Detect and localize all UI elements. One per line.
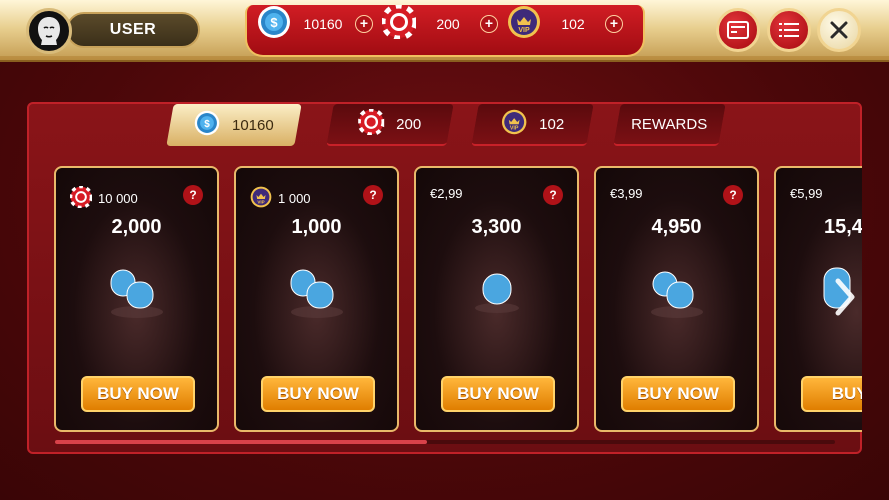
buy-now-button[interactable]: BUY NOW xyxy=(81,376,195,412)
product-cost-value: 1 000 xyxy=(278,191,311,206)
vip-icon: VIP xyxy=(507,5,541,44)
vip-icon: VIP xyxy=(250,186,272,211)
chevron-right-icon xyxy=(835,278,855,316)
product-cost-value: €3,99 xyxy=(610,186,643,201)
buy-now-button[interactable]: BUY N xyxy=(801,376,862,412)
product-amount: 1,000 xyxy=(291,216,342,238)
chip-stack-icon xyxy=(285,260,349,325)
chip-icon xyxy=(380,3,418,44)
product-amount: 2,000 xyxy=(111,216,162,238)
product-cost: 10 000 xyxy=(69,185,138,211)
currency-coins: $ 10160 + xyxy=(257,5,373,38)
product-card[interactable]: VIP 1 000 ? 1,000 BUY NOW xyxy=(234,166,399,432)
chip-balance: 200 xyxy=(436,16,460,32)
username-pill[interactable]: USER xyxy=(66,12,200,48)
svg-text:VIP: VIP xyxy=(257,199,264,204)
buy-now-button[interactable]: BUY NOW xyxy=(261,376,375,412)
chip-stack-icon xyxy=(105,260,169,325)
cashier-button[interactable] xyxy=(716,8,760,52)
svg-text:VIP: VIP xyxy=(510,126,519,132)
avatar-face-icon xyxy=(38,17,60,45)
coin-icon: $ xyxy=(257,5,291,44)
product-amount: 3,300 xyxy=(471,216,522,238)
menu-list-icon xyxy=(779,23,799,37)
product-card[interactable]: €2,99 ? 3,300 BUY NOW xyxy=(414,166,579,432)
avatar[interactable] xyxy=(26,8,72,54)
product-cost: VIP 1 000 xyxy=(250,186,311,211)
product-cost-value: €5,99 xyxy=(790,186,823,201)
product-cost-value: 10 000 xyxy=(98,191,138,206)
add-chips-button[interactable]: + xyxy=(480,15,498,33)
cashier-icon xyxy=(727,21,749,39)
scroll-thumb[interactable] xyxy=(55,440,427,444)
username-label: USER xyxy=(109,21,157,38)
chip-icon xyxy=(357,107,386,139)
buy-now-button[interactable]: BUY NOW xyxy=(621,376,735,412)
coin-icon: $ xyxy=(194,110,220,140)
product-amount: 4,950 xyxy=(651,216,702,238)
product-cost: €5,99 xyxy=(790,186,823,201)
svg-text:$: $ xyxy=(270,15,278,30)
chip-icon xyxy=(69,185,93,211)
close-icon xyxy=(830,21,848,39)
chip-stack-icon xyxy=(465,260,529,325)
tab-rewards[interactable]: REWARDS xyxy=(613,104,726,146)
tab-chips-label: 200 xyxy=(396,115,422,133)
svg-text:VIP: VIP xyxy=(518,27,530,34)
product-cost-value: €2,99 xyxy=(430,186,463,201)
product-cost: €3,99 xyxy=(610,186,643,201)
help-button[interactable]: ? xyxy=(363,185,383,205)
help-button[interactable]: ? xyxy=(543,185,563,205)
help-button[interactable]: ? xyxy=(723,185,743,205)
tab-vip-label: 102 xyxy=(539,115,565,133)
vip-icon: VIP xyxy=(501,109,527,139)
buy-now-button[interactable]: BUY NOW xyxy=(441,376,555,412)
chip-stack-icon xyxy=(645,260,709,325)
currency-vip: VIP 102 + xyxy=(507,5,623,38)
product-card[interactable]: 10 000 ? 2,000 BUY NOW xyxy=(54,166,219,432)
add-vip-button[interactable]: + xyxy=(605,15,623,33)
product-amount: 15,4 xyxy=(824,216,862,238)
menu-list-button[interactable] xyxy=(767,8,811,52)
coin-balance: 10160 xyxy=(303,16,343,32)
currency-chips: 200 + xyxy=(380,3,498,40)
next-page-button[interactable] xyxy=(830,275,858,319)
tab-coins[interactable]: $ 10160 xyxy=(166,104,302,146)
tab-chips[interactable]: 200 xyxy=(326,104,454,146)
add-coins-button[interactable]: + xyxy=(355,15,373,33)
product-cost: €2,99 xyxy=(430,186,463,201)
close-button[interactable] xyxy=(817,8,861,52)
svg-text:$: $ xyxy=(204,119,210,130)
tab-coins-label: 10160 xyxy=(232,116,274,134)
product-card[interactable]: €3,99 ? 4,950 BUY NOW xyxy=(594,166,759,432)
tab-rewards-label: REWARDS xyxy=(631,115,708,133)
vip-balance: 102 xyxy=(561,16,585,32)
help-button[interactable]: ? xyxy=(183,185,203,205)
tab-vip[interactable]: VIP 102 xyxy=(471,104,594,146)
